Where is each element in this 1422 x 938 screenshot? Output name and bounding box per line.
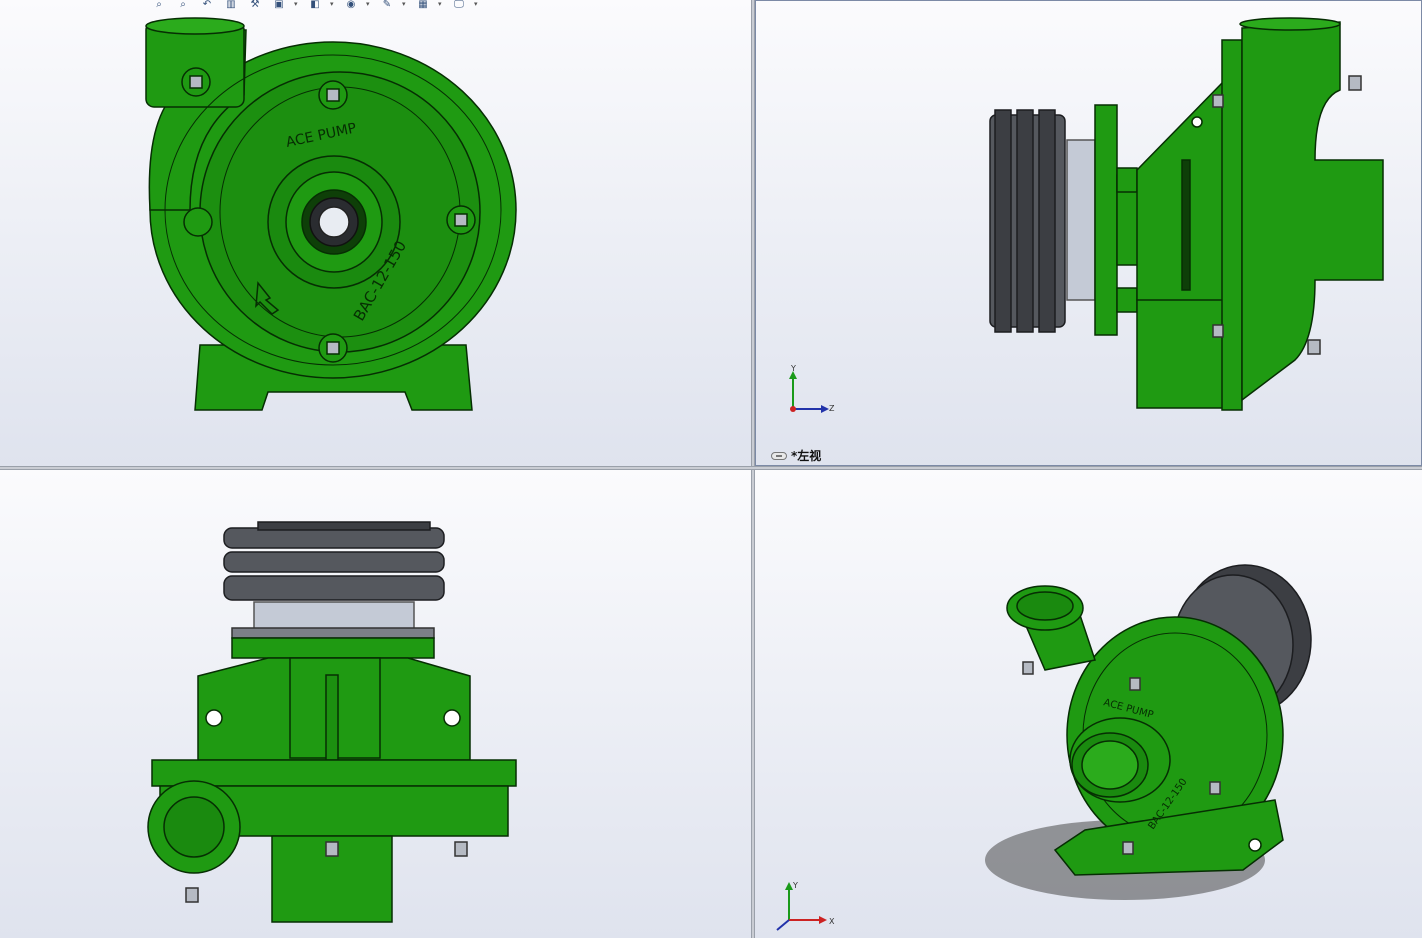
view-name-text: *左视 <box>791 449 822 463</box>
link-views-icon[interactable] <box>771 451 787 460</box>
coordinate-triad: Y X <box>775 880 865 938</box>
viewport-left[interactable]: Y Z *左视 <box>755 0 1422 466</box>
viewport-isometric[interactable]: ACE PUMP BAC-12-150 Y X <box>755 470 1422 938</box>
viewport-top[interactable] <box>0 470 751 938</box>
viewport-label: *左视 <box>771 447 821 464</box>
pump-isometric-model[interactable]: ACE PUMP BAC-12-150 <box>755 470 1422 938</box>
axis-x-label: X <box>829 917 835 926</box>
axis-y-label: Y <box>790 365 796 373</box>
axis-z-label: Z <box>829 404 835 413</box>
pump-front-view-model[interactable]: ACE PUMP BAC-12-150 <box>0 0 751 466</box>
coordinate-triad: Y Z <box>785 364 875 429</box>
pump-top-view-model[interactable] <box>0 470 751 938</box>
viewport-front[interactable]: ⌕ ⌕ ↶ ▥ ⚒ ▣ ▾ ◧ ▾ ◉ ▾ ✎ ▾ ▦ ▾ 🖵 ▾ ACE PU… <box>0 0 751 466</box>
axis-y-label: Y <box>792 881 798 890</box>
